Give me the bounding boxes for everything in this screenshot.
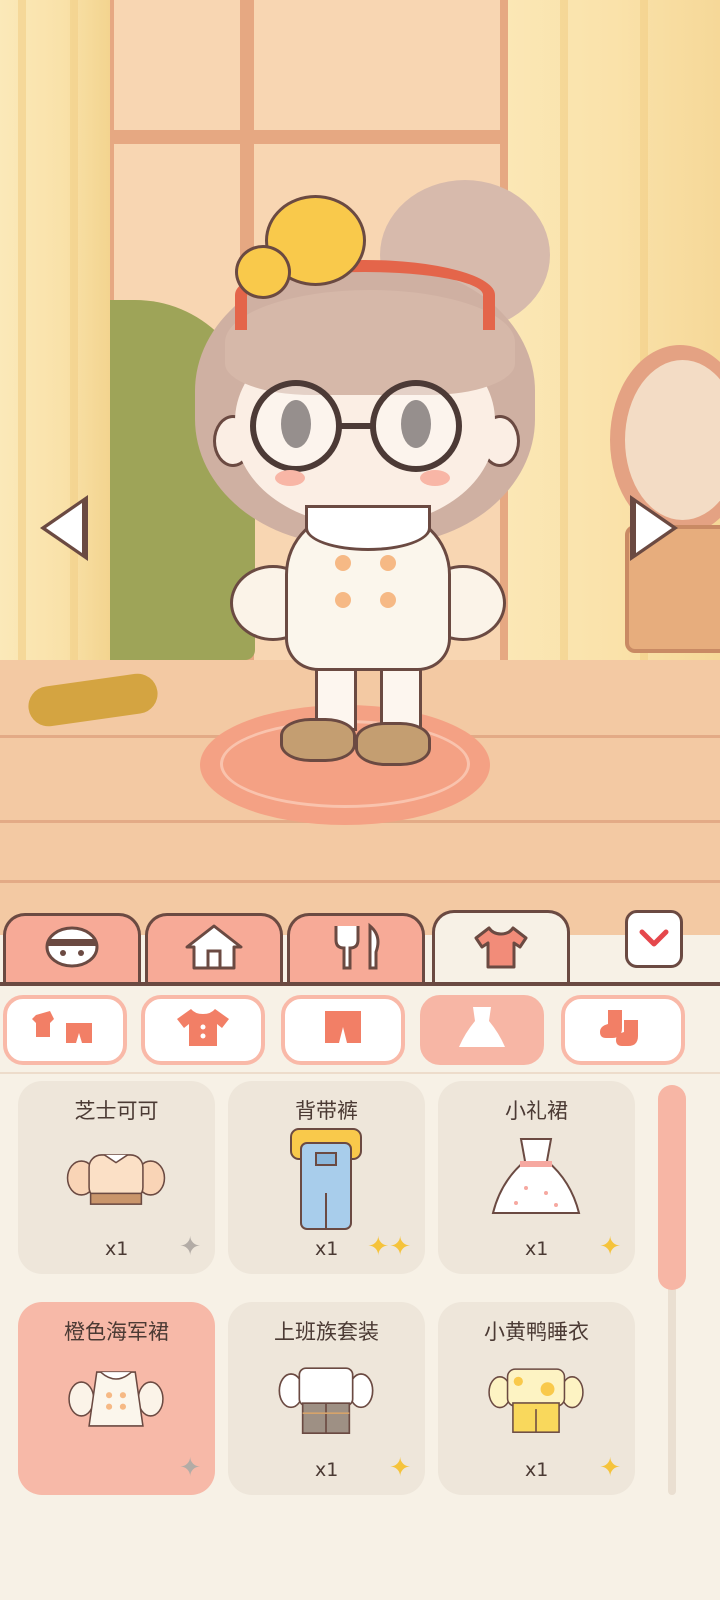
- item-thumbnail: [66, 1133, 166, 1223]
- item-quantity: x1: [105, 1238, 129, 1260]
- item-quantity: x1: [525, 1459, 549, 1481]
- character-collar: [305, 505, 431, 551]
- item-quantity: x1: [315, 1459, 339, 1481]
- item-card-selected[interactable]: 橙色海军裙 ✦: [18, 1302, 215, 1495]
- utensils-icon: [326, 922, 386, 979]
- item-thumbnail: [486, 1354, 586, 1444]
- shirt-icon: [473, 924, 529, 977]
- item-card[interactable]: 小礼裙 x1 ✦: [438, 1081, 635, 1274]
- character-blush: [420, 470, 450, 486]
- curtain-left: [0, 0, 110, 680]
- double-sparkle-icon: ✦✦: [367, 1232, 411, 1262]
- dress-button: [380, 592, 396, 608]
- item-name: 橙色海军裙: [64, 1320, 169, 1344]
- item-thumbnail: [66, 1354, 166, 1444]
- dress-button: [335, 592, 351, 608]
- character-shoe: [355, 722, 431, 766]
- item-card[interactable]: 上班族套装 x1 ✦: [228, 1302, 425, 1495]
- item-card[interactable]: 小黄鸭睡衣 x1 ✦: [438, 1302, 635, 1495]
- glasses-lens: [370, 380, 462, 472]
- top-icon: [173, 1005, 233, 1055]
- subcategory-dresses[interactable]: [420, 995, 544, 1065]
- subcategory-tops[interactable]: [141, 995, 265, 1065]
- floor-line: [0, 880, 720, 883]
- item-name: 芝士可可: [74, 1099, 159, 1123]
- sparkle-icon: ✦: [389, 1453, 411, 1483]
- item-quantity: x1: [315, 1238, 339, 1260]
- character-shoe: [280, 718, 356, 762]
- next-character-arrow-icon[interactable]: [630, 495, 678, 561]
- item-card[interactable]: 背带裤 x1 ✦✦: [228, 1081, 425, 1274]
- item-name: 上班族套装: [274, 1320, 379, 1344]
- socks-icon: [598, 1006, 648, 1054]
- window-frame: [100, 130, 515, 144]
- subcategory-socks[interactable]: [561, 995, 685, 1065]
- curtain-fold: [18, 0, 26, 660]
- prev-character-arrow-icon[interactable]: [40, 495, 88, 561]
- item-quantity: x1: [525, 1238, 549, 1260]
- item-name: 小礼裙: [505, 1099, 568, 1123]
- outfit-set-icon: [30, 1007, 100, 1053]
- tab-clothing[interactable]: [432, 910, 570, 988]
- chevron-down-icon: [639, 924, 669, 954]
- chick-hair-clip: [235, 245, 291, 299]
- collapse-panel-button[interactable]: [625, 910, 683, 968]
- sparkle-icon: ✦: [179, 1453, 201, 1483]
- tab-home[interactable]: [145, 913, 283, 985]
- face-icon: [44, 925, 100, 976]
- sparkle-icon: ✦: [179, 1232, 201, 1262]
- house-icon: [184, 923, 244, 978]
- item-name: 小黄鸭睡衣: [484, 1320, 589, 1344]
- dress-button: [335, 555, 351, 571]
- scrollbar-thumb[interactable]: [658, 1085, 686, 1290]
- tab-face[interactable]: [3, 913, 141, 985]
- glasses-bridge: [338, 423, 376, 429]
- item-thumbnail: [486, 1133, 586, 1223]
- curtain-fold: [560, 0, 568, 660]
- item-thumbnail: [276, 1128, 376, 1230]
- dress-icon: [455, 1004, 509, 1056]
- divider: [0, 1072, 720, 1074]
- character-blush: [275, 470, 305, 486]
- pants-icon: [321, 1007, 365, 1053]
- item-thumbnail: [276, 1354, 376, 1444]
- subcategory-bottoms[interactable]: [281, 995, 405, 1065]
- item-name: 背带裤: [295, 1099, 358, 1123]
- sparkle-icon: ✦: [599, 1453, 621, 1483]
- sparkle-icon: ✦: [599, 1232, 621, 1262]
- glasses-lens: [250, 380, 342, 472]
- curtain-fold: [70, 0, 78, 660]
- subcategory-outfit-set[interactable]: [3, 995, 127, 1065]
- room-scene: [0, 0, 720, 935]
- tab-food[interactable]: [287, 913, 425, 985]
- wardrobe-panel: [0, 986, 720, 1600]
- item-card[interactable]: 芝士可可 x1 ✦: [18, 1081, 215, 1274]
- dress-button: [380, 555, 396, 571]
